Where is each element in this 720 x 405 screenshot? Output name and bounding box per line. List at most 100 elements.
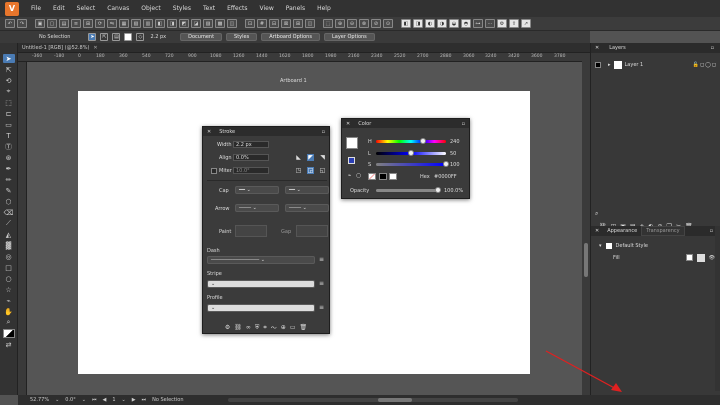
swap-colors-icon[interactable]: ⇄: [3, 340, 15, 349]
prev-page-icon[interactable]: ◀: [102, 397, 106, 403]
styles-button[interactable]: Styles: [226, 33, 258, 41]
marquee-tool-icon[interactable]: ⬚: [3, 98, 15, 107]
node-tool-icon[interactable]: ⌖: [3, 87, 15, 96]
layer-name[interactable]: Layer 1: [625, 62, 644, 68]
more-icon[interactable]: ⋯: [485, 19, 495, 28]
select-icon[interactable]: ➤: [88, 33, 97, 41]
transform-icon[interactable]: ⬚: [323, 19, 333, 28]
document-button[interactable]: Document: [180, 33, 223, 41]
redo-icon[interactable]: ↷: [17, 19, 27, 28]
style-row[interactable]: ▾ Default Style: [599, 241, 648, 250]
wave-icon[interactable]: 〜: [271, 323, 277, 332]
artboard-options-button[interactable]: Artboard Options: [261, 33, 320, 41]
panel-menu-icon[interactable]: ▫: [711, 45, 714, 51]
boolean-xor-icon[interactable]: ⊘: [371, 19, 381, 28]
eyedropper-tool-icon[interactable]: ⌁: [3, 296, 15, 305]
grid-icon[interactable]: #: [257, 19, 267, 28]
horizontal-scroll-thumb[interactable]: [377, 398, 412, 402]
star-tool-icon[interactable]: ☆: [3, 285, 15, 294]
first-page-icon[interactable]: ⏮: [92, 397, 97, 403]
outline-icon[interactable]: ◪: [191, 19, 201, 28]
transparency-tab[interactable]: Transparency: [641, 226, 685, 236]
layer-icons[interactable]: 🔓◻◯◻: [693, 62, 717, 68]
trash-icon[interactable]: 🗑: [300, 324, 308, 331]
menu-effects[interactable]: Effects: [221, 5, 253, 12]
symbol-tool-icon[interactable]: ◎: [3, 252, 15, 261]
menu-styles[interactable]: Styles: [167, 5, 197, 12]
rotate-icon[interactable]: ⟳: [95, 19, 105, 28]
gradient-tool-icon[interactable]: ◭: [3, 230, 15, 239]
undo-icon[interactable]: ↶: [5, 19, 15, 28]
release-icon[interactable]: ◫: [227, 19, 237, 28]
next-page-icon[interactable]: ▶: [132, 397, 136, 403]
pixel-icon[interactable]: ⊠: [281, 19, 291, 28]
align-icon[interactable]: ≡: [71, 19, 81, 28]
expand-arrow-icon[interactable]: ▾: [599, 243, 602, 249]
artboard-icon[interactable]: ▤: [112, 33, 121, 41]
group-icon[interactable]: ▣: [35, 19, 45, 28]
area-type-tool-icon[interactable]: Ⓣ: [3, 142, 15, 151]
lightness-slider-knob[interactable]: [408, 150, 414, 156]
angle-value[interactable]: 0.0°: [65, 397, 75, 403]
boolean-add-icon[interactable]: ⊕: [335, 19, 345, 28]
menu-panels[interactable]: Panels: [280, 5, 311, 12]
opacity-value[interactable]: 100.0%: [444, 188, 463, 194]
vertical-scroll-thumb[interactable]: [584, 243, 588, 277]
join-round-icon[interactable]: ◤: [307, 154, 314, 161]
rect-tool-icon[interactable]: □: [3, 263, 15, 272]
outline-view-icon[interactable]: ◫: [305, 19, 315, 28]
crop-tool-icon[interactable]: ⊏: [3, 109, 15, 118]
boolean-int-icon[interactable]: ⊗: [359, 19, 369, 28]
align-field[interactable]: 0.0%: [233, 154, 269, 161]
page-number[interactable]: 1: [112, 397, 115, 403]
menu-object[interactable]: Object: [135, 5, 167, 12]
cap-start-dropdown[interactable]: ━━ ⌄: [235, 186, 279, 194]
dash-menu-icon[interactable]: ≡: [318, 256, 325, 263]
direct-select-icon[interactable]: ⇱: [100, 33, 109, 41]
rect-icon[interactable]: ▭: [290, 324, 296, 331]
saturation-slider-knob[interactable]: [443, 161, 449, 167]
ungroup-icon[interactable]: ▢: [47, 19, 57, 28]
shape-combine-icon[interactable]: ◧: [401, 19, 411, 28]
gap-field[interactable]: [296, 225, 328, 237]
zoom-value[interactable]: 52.77%: [30, 397, 49, 403]
align-inside-icon[interactable]: ◲: [307, 167, 314, 174]
fill-tool-icon[interactable]: ▓: [3, 241, 15, 250]
miter-checkbox[interactable]: [211, 168, 217, 174]
join-miter-icon[interactable]: ◣: [295, 154, 302, 161]
type-tool-icon[interactable]: T: [3, 131, 15, 140]
arrow-start-dropdown[interactable]: ──── ⌄: [235, 204, 279, 212]
cap-end-dropdown[interactable]: ━━ ⌄: [285, 186, 329, 194]
stroke-swatch[interactable]: [348, 157, 355, 164]
shape-tool-icon[interactable]: ⬡: [3, 197, 15, 206]
miter-field[interactable]: 10.0°: [233, 167, 269, 174]
connect-icon[interactable]: ⊶: [473, 19, 483, 28]
layer-row[interactable]: ▸ Layer 1 🔓◻◯◻: [593, 59, 717, 70]
fill-color-preview[interactable]: [696, 253, 705, 262]
white-swatch[interactable]: [389, 173, 397, 180]
mask-icon[interactable]: ◧: [155, 19, 165, 28]
opacity-slider[interactable]: [376, 189, 438, 192]
snap-icon[interactable]: ⊡: [245, 19, 255, 28]
align-outside-icon[interactable]: ◱: [319, 167, 326, 174]
menu-help[interactable]: Help: [311, 5, 337, 12]
guides-icon[interactable]: ⊟: [269, 19, 279, 28]
zoom-tool-icon[interactable]: ⌕: [3, 318, 15, 327]
view-icon[interactable]: ⊞: [293, 19, 303, 28]
opacity-slider-knob[interactable]: [435, 187, 441, 193]
join-bevel-icon[interactable]: ◥: [319, 154, 326, 161]
fill-swatch[interactable]: [685, 254, 693, 261]
artboard-tool-icon[interactable]: ▭: [3, 120, 15, 129]
paint-bucket-icon[interactable]: ⊛: [3, 153, 15, 162]
brush-tool-icon[interactable]: ✎: [3, 186, 15, 195]
zoom-dropdown-icon[interactable]: ⌄: [55, 397, 59, 403]
settings-icon[interactable]: ⚙: [225, 324, 230, 331]
profile-dropdown[interactable]: ⌄: [207, 304, 315, 312]
pen-tool-icon[interactable]: ✒: [3, 164, 15, 173]
direct-tool-icon[interactable]: ⇱: [3, 65, 15, 74]
arrange-icon[interactable]: ▤: [59, 19, 69, 28]
eraser-tool-icon[interactable]: ⌫: [3, 208, 15, 217]
fill-row[interactable]: Fill 👁: [609, 253, 715, 262]
hue-slider[interactable]: [376, 140, 446, 143]
dash-dropdown[interactable]: ──────────────── ⌄: [207, 256, 315, 264]
